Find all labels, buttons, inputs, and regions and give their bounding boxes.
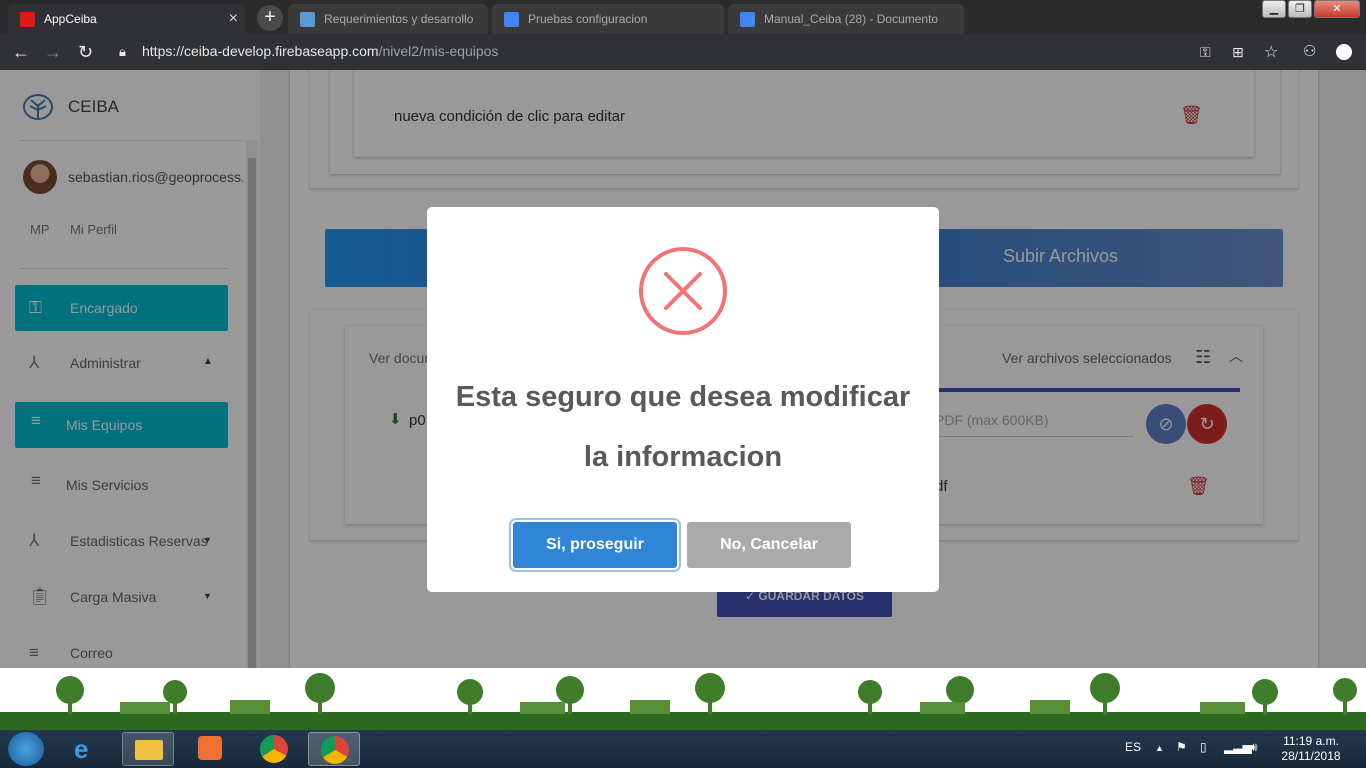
- explorer-icon[interactable]: [122, 732, 174, 766]
- confirm-button[interactable]: Si, proseguir: [513, 522, 677, 568]
- docs-icon: [740, 12, 755, 27]
- clock[interactable]: 11:19 a.m. 28/11/2018: [1276, 734, 1346, 764]
- tab-title: AppCeiba: [44, 12, 97, 26]
- flag-icon[interactable]: ⚑: [1176, 740, 1187, 754]
- tab-requerimientos[interactable]: Requerimientos y desarrollo: [288, 4, 488, 34]
- media-player-icon[interactable]: [198, 736, 222, 760]
- address-bar: ← → ↻ 🔒︎ https://ceiba-develop.firebasea…: [0, 34, 1366, 70]
- confirm-dialog: Esta seguro que desea modificar la infor…: [427, 207, 939, 592]
- profile-icon[interactable]: [1336, 44, 1352, 60]
- url-host: https://ceiba-develop.firebaseapp.com: [142, 43, 379, 59]
- tab-manual[interactable]: Manual_Ceiba (28) - Documento: [728, 4, 964, 34]
- new-tab-button[interactable]: +: [257, 5, 283, 31]
- dialog-title: Esta seguro que desea modificar la infor…: [427, 367, 939, 487]
- chrome-icon[interactable]: [260, 735, 288, 763]
- lock-icon: 🔒︎: [119, 44, 126, 59]
- tray-expand-icon[interactable]: ▲: [1155, 743, 1164, 753]
- translate-icon[interactable]: ⊞: [1232, 44, 1244, 61]
- tab-title: Requerimientos y desarrollo: [324, 12, 474, 26]
- tab-close-icon[interactable]: ×: [229, 4, 238, 34]
- start-button[interactable]: [8, 732, 44, 766]
- tab-pruebas[interactable]: Pruebas configuracion: [492, 4, 724, 34]
- docs-icon: [504, 12, 519, 27]
- minimize-button[interactable]: ▁: [1262, 0, 1286, 18]
- desktop-wallpaper-banner: [0, 668, 1366, 730]
- reload-icon[interactable]: ↻: [78, 42, 93, 63]
- power-icon[interactable]: ▯: [1200, 740, 1207, 754]
- key-icon[interactable]: ⚿: [1200, 44, 1211, 61]
- cancel-button[interactable]: No, Cancelar: [687, 522, 851, 568]
- internet-explorer-icon[interactable]: e: [74, 734, 88, 765]
- clock-time: 11:19 a.m.: [1283, 734, 1339, 748]
- tab-appceiba[interactable]: AppCeiba ×: [8, 4, 246, 34]
- window-close-button[interactable]: ✕: [1314, 0, 1360, 18]
- docs-icon: [300, 12, 315, 27]
- url-path: /nivel2/mis-equipos: [378, 43, 499, 59]
- network-signal-icon[interactable]: ▂▃▅: [1224, 740, 1252, 754]
- error-icon: [639, 247, 727, 335]
- extension-icon[interactable]: ⚇: [1303, 42, 1316, 60]
- back-icon[interactable]: ←: [12, 42, 30, 63]
- dialog-title-line-1: Esta seguro que desea modificar: [455, 381, 911, 413]
- volume-icon[interactable]: 🔊︎: [1250, 740, 1258, 755]
- dialog-title-line-2: la informacion: [583, 441, 783, 473]
- trees-silhouette-icon: [0, 673, 1366, 730]
- maximize-button[interactable]: ❐: [1288, 0, 1312, 18]
- star-icon[interactable]: ☆: [1264, 42, 1278, 62]
- tab-title: Pruebas configuracion: [528, 12, 648, 26]
- browser-tab-bar: AppCeiba × + Requerimientos y desarrollo…: [0, 0, 1366, 34]
- taskbar: e ES ▲ ⚑ ▯ ▂▃▅ 🔊︎ 11:19 a.m. 28/11/2018: [0, 730, 1366, 768]
- forward-icon[interactable]: →: [44, 42, 62, 63]
- language-indicator[interactable]: ES: [1125, 740, 1141, 754]
- chrome-active-icon[interactable]: [308, 732, 360, 766]
- url-field[interactable]: https://ceiba-develop.firebaseapp.com/ni…: [142, 43, 498, 59]
- angular-icon: [20, 12, 35, 27]
- clock-date: 28/11/2018: [1281, 749, 1341, 763]
- tab-title: Manual_Ceiba (28) - Documento: [764, 12, 939, 26]
